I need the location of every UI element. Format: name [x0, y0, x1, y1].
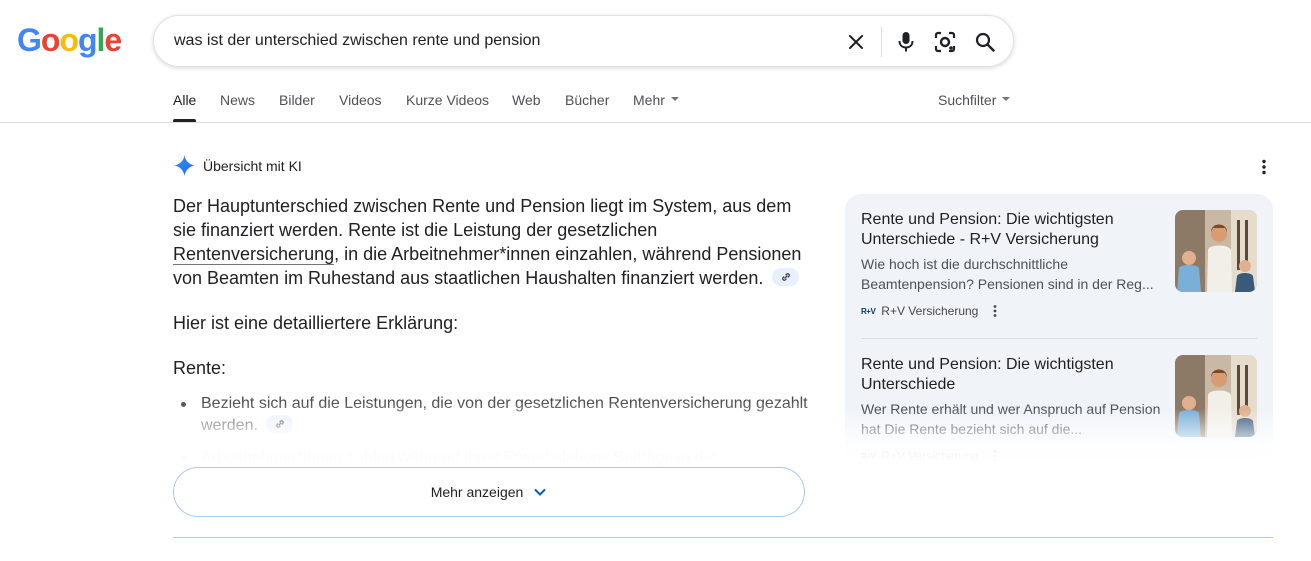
search-divider — [881, 27, 882, 57]
source-title[interactable]: Rente und Pension: Die wichtigsten Unter… — [861, 210, 1151, 250]
people-office-image — [1175, 355, 1257, 437]
source-link-chip[interactable] — [266, 414, 294, 433]
section-divider — [173, 537, 1273, 538]
close-icon[interactable] — [842, 28, 870, 56]
logo-letter: o — [40, 22, 61, 58]
show-more-label: Mehr anzeigen — [430, 484, 524, 500]
source-divider — [861, 338, 1257, 339]
source-card[interactable]: Rente und Pension: Die wichtigsten Unter… — [861, 355, 1257, 464]
search-input[interactable]: was ist der unterschied zwischen rente u… — [174, 32, 540, 50]
bullet-text: Arbeitnehmer*innen zahlen während ihres … — [201, 449, 716, 466]
source-meta: R+V R+V Versicherung — [861, 449, 1002, 463]
google-logo[interactable]: G o o g l e — [17, 22, 122, 58]
show-more-button[interactable]: Mehr anzeigen — [173, 467, 805, 517]
lens-icon[interactable] — [931, 28, 959, 56]
people-office-image — [1175, 210, 1257, 292]
tab-bilder[interactable]: Bilder — [279, 92, 315, 108]
source-title[interactable]: Rente und Pension: Die wichtigsten Unter… — [861, 355, 1151, 395]
tab-videos[interactable]: Videos — [339, 92, 382, 108]
logo-letter: e — [104, 22, 122, 58]
rentenversicherung-link[interactable]: Rentenversicherung — [173, 244, 335, 265]
tab-web[interactable]: Web — [512, 92, 541, 108]
more-options-icon[interactable] — [988, 449, 1002, 463]
link-icon — [276, 419, 284, 428]
sparkle-icon — [173, 154, 196, 177]
tab-alle[interactable]: Alle — [173, 92, 196, 108]
source-favicon: R+V — [861, 306, 876, 316]
source-link-chip[interactable] — [772, 268, 800, 287]
list-item: Arbeitnehmer*innen zahlen während ihres … — [173, 447, 813, 469]
chevron-down-icon — [670, 97, 679, 102]
detail-heading: Hier ist eine detailliertere Erklärung: — [173, 313, 459, 333]
ai-intro-paragraph: Der Hauptunterschied zwischen Rente und … — [173, 194, 813, 290]
logo-letter: G — [17, 22, 42, 58]
chevron-down-icon — [1002, 97, 1011, 102]
tab-mehr-label: Mehr — [633, 92, 665, 108]
ai-overview-header: Übersicht mit KI — [173, 154, 302, 177]
source-thumbnail[interactable] — [1175, 355, 1257, 437]
more-options-icon[interactable] — [1255, 158, 1273, 176]
filter-button[interactable]: Suchfilter — [938, 92, 1011, 108]
search-box[interactable]: was ist der unterschied zwischen rente u… — [153, 15, 1014, 67]
source-snippet: Wie hoch ist die durchschnittliche Beamt… — [861, 256, 1154, 292]
logo-letter: o — [59, 22, 79, 58]
search-icon[interactable] — [971, 28, 999, 56]
list-item: Bezieht sich auf die Leistungen, die von… — [173, 393, 813, 437]
tab-kurze-videos[interactable]: Kurze Videos — [406, 92, 489, 108]
logo-letter: l — [96, 22, 106, 58]
tab-mehr[interactable]: Mehr — [633, 92, 679, 108]
filter-label: Suchfilter — [938, 92, 997, 108]
logo-letter: g — [77, 22, 98, 58]
source-thumbnail[interactable] — [1175, 210, 1257, 292]
microphone-icon[interactable] — [892, 28, 920, 56]
ai-overview-body: Der Hauptunterschied zwischen Rente und … — [173, 194, 813, 479]
link-icon — [781, 273, 790, 282]
chevron-down-icon — [534, 488, 547, 496]
tab-news[interactable]: News — [220, 92, 255, 108]
source-card[interactable]: Rente und Pension: Die wichtigsten Unter… — [861, 210, 1257, 330]
ai-overview-title: Übersicht mit KI — [203, 157, 302, 174]
source-favicon: R+V — [861, 451, 876, 461]
more-options-icon[interactable] — [988, 304, 1002, 318]
source-site-name: R+V Versicherung — [881, 449, 979, 463]
tab-buecher[interactable]: Bücher — [565, 92, 609, 108]
source-site-name: R+V Versicherung — [881, 304, 979, 318]
sources-panel: Rente und Pension: Die wichtigsten Unter… — [845, 194, 1273, 464]
ai-intro-text: Der Hauptunterschied zwischen Rente und … — [173, 196, 792, 240]
ai-bullet-list: Bezieht sich auf die Leistungen, die von… — [173, 393, 813, 469]
source-snippet: Wer Rente erhält und wer Anspruch auf Pe… — [861, 401, 1161, 437]
header-divider — [0, 122, 1311, 123]
section-heading: Rente: — [173, 358, 227, 378]
source-meta: R+V R+V Versicherung — [861, 304, 1002, 318]
